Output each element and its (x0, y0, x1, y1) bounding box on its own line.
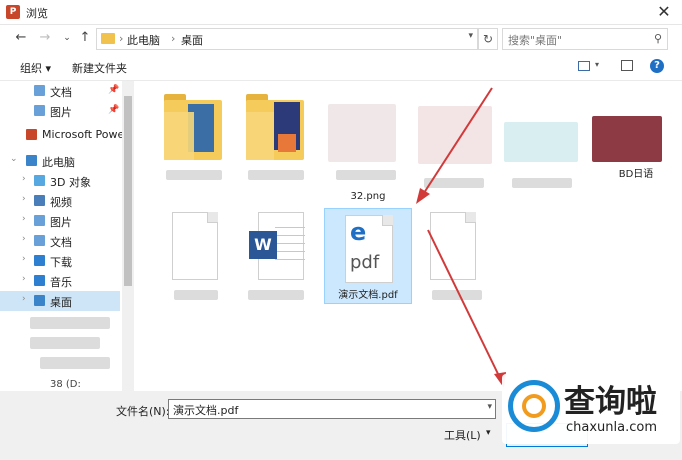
watermark: 查询啦 chaxunla.com (502, 374, 680, 444)
filename-label: 文件名(N): (116, 405, 170, 418)
watermark-url: chaxunla.com (566, 420, 657, 435)
filename-input[interactable]: 演示文档.pdf ▾ (168, 399, 496, 419)
tools-button[interactable]: 工具(L) (444, 427, 481, 443)
watermark-logo-icon (508, 380, 560, 432)
annotation-arrowhead (416, 188, 430, 204)
watermark-title: 查询啦 (564, 384, 657, 420)
annotation-arrow (421, 87, 493, 197)
filename-value: 演示文档.pdf (173, 404, 239, 417)
chevron-down-icon[interactable]: ▾ (487, 402, 492, 412)
annotation-arrow (427, 229, 501, 379)
chevron-down-icon[interactable]: ▾ (486, 428, 491, 438)
